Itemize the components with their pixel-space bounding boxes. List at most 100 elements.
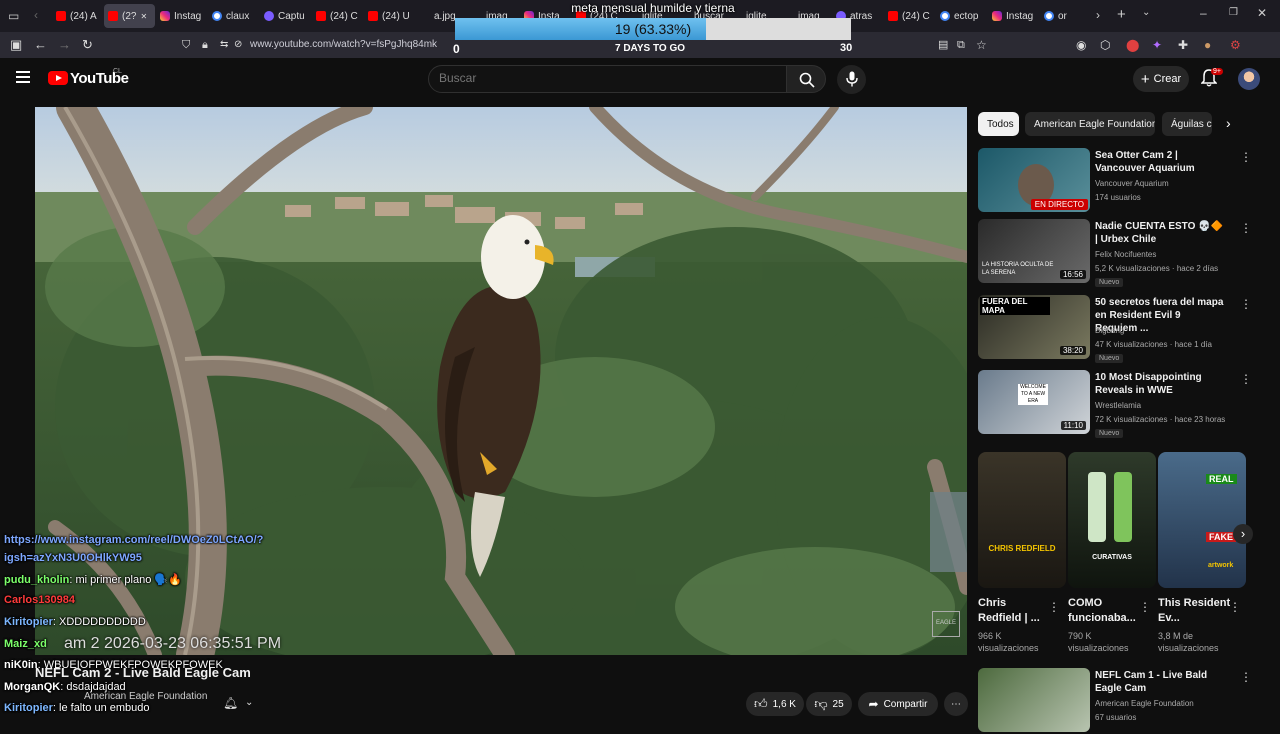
video-title[interactable]: Sea Otter Cam 2 | Vancouver Aquarium	[1095, 149, 1225, 175]
youtube-logo-icon[interactable]	[48, 71, 68, 85]
channel-name[interactable]: Vancouver Aquarium	[1095, 179, 1169, 188]
close-tab-icon[interactable]: ✕	[140, 12, 147, 21]
cookie-extension-icon[interactable]: ●	[1204, 37, 1211, 53]
more-vertical-icon[interactable]: ⋮	[1229, 600, 1241, 614]
short-title[interactable]: COMO funcionaba...	[1068, 596, 1142, 626]
more-vertical-icon[interactable]: ⋮	[1240, 372, 1252, 386]
more-vertical-icon[interactable]: ⋮	[1139, 600, 1151, 614]
share-button[interactable]: ➦ Compartir	[858, 692, 938, 716]
more-vertical-icon[interactable]: ⋮	[1048, 600, 1060, 614]
tab-label: atras	[850, 10, 873, 22]
stream-timestamp: am 2 2026-03-23 06:35:51 PM	[64, 635, 282, 652]
chip-aguilas[interactable]: Águilas ca	[1162, 112, 1212, 136]
browser-tab[interactable]: ectop	[936, 4, 987, 28]
chip-american-eagle-foundation[interactable]: American Eagle Foundation	[1025, 112, 1155, 136]
url-text[interactable]: www.youtube.com/watch?v=fsPgJhq84mk	[250, 39, 437, 50]
browser-tab[interactable]: (24) U	[364, 4, 415, 28]
short-views: 966 K visualizaciones	[978, 631, 1039, 653]
search-icon	[799, 72, 815, 88]
gear-extension-icon[interactable]: ⚙	[1230, 37, 1241, 53]
video-thumbnail[interactable]	[978, 668, 1090, 732]
video-thumbnail[interactable]: WELCOME TO A NEW ERA 11:10	[978, 370, 1090, 434]
shorts-next-icon[interactable]: ›	[1233, 524, 1253, 544]
video-thumbnail[interactable]: FUERA DEL MAPA 38:20	[978, 295, 1090, 359]
search-box[interactable]	[428, 65, 787, 93]
sidebar-toggle-icon[interactable]: ▣	[10, 37, 22, 53]
search-button[interactable]	[786, 65, 826, 93]
tab-overview-icon[interactable]: ▭	[8, 9, 19, 23]
browser-tab[interactable]: claux	[208, 4, 259, 28]
recommended-video[interactable]: FUERA DEL MAPA 38:20 50 secretos fuera d…	[978, 295, 1252, 363]
short-thumbnail[interactable]: CHRIS REDFIELD	[978, 452, 1066, 588]
more-vertical-icon[interactable]: ⋮	[1240, 297, 1252, 311]
more-vertical-icon[interactable]: ⋮	[1240, 221, 1252, 235]
adblock-extension-icon[interactable]: ⬤	[1126, 37, 1139, 53]
lock-icon[interactable]: 🔒︎	[202, 37, 208, 53]
dislike-button[interactable]: 👎︎ 25	[806, 692, 852, 716]
permissions-icon[interactable]: ⇆	[220, 37, 228, 53]
forward-icon[interactable]: →	[58, 37, 71, 53]
tab-list-dropdown-icon[interactable]: ⌄	[1142, 7, 1150, 18]
browser-tab[interactable]: Instag	[156, 4, 207, 28]
chip-all[interactable]: Todos	[978, 112, 1019, 136]
twitch-extension-icon[interactable]: ✦	[1152, 37, 1162, 53]
reader-view-icon[interactable]: ▤	[938, 37, 948, 53]
subscribe-dropdown-icon[interactable]: ⌄	[245, 697, 253, 708]
short-thumbnail[interactable]: REAL FAKE artwork	[1158, 452, 1246, 588]
chips-next-icon[interactable]: ›	[1226, 115, 1231, 131]
minimize-icon[interactable]: –	[1200, 6, 1207, 20]
subscribe-bell-icon[interactable]: 🔔︎	[223, 696, 238, 710]
browser-tab[interactable]: (2? ✕	[104, 4, 155, 28]
voice-search-button[interactable]	[837, 65, 866, 94]
tab-scroll-left-icon[interactable]: ‹	[34, 8, 38, 22]
create-button[interactable]: + Crear	[1133, 66, 1189, 92]
account-icon[interactable]: ◉	[1076, 37, 1086, 53]
video-thumbnail[interactable]: LA HISTORIA OCULTA DE LA SERENA 16:56	[978, 219, 1090, 283]
recommended-video[interactable]: LA HISTORIA OCULTA DE LA SERENA 16:56 Na…	[978, 219, 1252, 287]
video-title: NEFL Cam 2 - Live Bald Eagle Cam	[35, 665, 251, 680]
video-thumbnail[interactable]: EN DIRECTO	[978, 148, 1090, 212]
channel-name[interactable]: American Eagle Foundation	[84, 691, 207, 702]
extensions-icon[interactable]: ⬡	[1100, 37, 1110, 53]
camera-permission-icon[interactable]: ⊘	[234, 37, 242, 53]
more-vertical-icon[interactable]: ⋮	[1240, 670, 1252, 684]
channel-name[interactable]: Felix Nocifuentes	[1095, 250, 1156, 259]
reload-icon[interactable]: ↻	[82, 37, 93, 53]
new-tab-icon[interactable]: +	[1117, 6, 1126, 23]
channel-watermark[interactable]: EAGLE	[932, 611, 960, 637]
video-title[interactable]: Nadie CUENTA ESTO 💀🔶 | Urbex Chile	[1095, 220, 1225, 246]
browser-tab[interactable]: or	[1040, 4, 1091, 28]
menu-icon[interactable]	[16, 71, 30, 86]
recommended-video[interactable]: EN DIRECTO Sea Otter Cam 2 | Vancouver A…	[978, 148, 1252, 214]
tracking-shield-icon[interactable]: ⛉	[182, 37, 190, 53]
short-thumbnail[interactable]: CURATIVAS	[1068, 452, 1156, 588]
close-window-icon[interactable]: ✕	[1257, 6, 1267, 20]
like-button[interactable]: 👍︎ 1,6 K	[746, 692, 804, 716]
back-icon[interactable]: ←	[34, 37, 47, 53]
recommended-video[interactable]: NEFL Cam 1 - Live Bald Eagle Cam America…	[978, 668, 1252, 734]
more-vertical-icon[interactable]: ⋮	[1240, 150, 1252, 164]
screenshot-icon[interactable]: ⧉	[957, 37, 965, 53]
video-title[interactable]: NEFL Cam 1 - Live Bald Eagle Cam	[1095, 669, 1225, 695]
channel-name[interactable]: Bigbang	[1095, 326, 1124, 335]
dislike-count: 25	[832, 698, 844, 710]
browser-tab[interactable]: (24) C	[884, 4, 935, 28]
puzzle-extension-icon[interactable]: ✚	[1178, 37, 1188, 53]
short-title[interactable]: This Resident Ev...	[1158, 596, 1232, 626]
maximize-icon[interactable]: ❐	[1229, 7, 1238, 18]
bookmark-star-icon[interactable]: ☆	[976, 37, 987, 53]
avatar[interactable]	[1238, 68, 1260, 90]
recommended-video[interactable]: WELCOME TO A NEW ERA 11:10 10 Most Disap…	[978, 370, 1252, 438]
create-label: Crear	[1153, 73, 1182, 85]
short-title[interactable]: Chris Redfield | ...	[978, 596, 1052, 626]
browser-tab[interactable]: (24) C	[312, 4, 363, 28]
channel-name[interactable]: Wrestlelamia	[1095, 401, 1141, 410]
more-actions-button[interactable]: ⋯	[944, 692, 968, 716]
browser-tab[interactable]: Captu	[260, 4, 311, 28]
video-title[interactable]: 10 Most Disappointing Reveals in WWE	[1095, 371, 1225, 397]
tab-scroll-right-icon[interactable]: ›	[1096, 8, 1100, 22]
search-input[interactable]	[439, 71, 769, 85]
browser-tab[interactable]: (24) A	[52, 4, 103, 28]
browser-tab[interactable]: Instag	[988, 4, 1039, 28]
channel-name[interactable]: American Eagle Foundation	[1095, 699, 1194, 708]
